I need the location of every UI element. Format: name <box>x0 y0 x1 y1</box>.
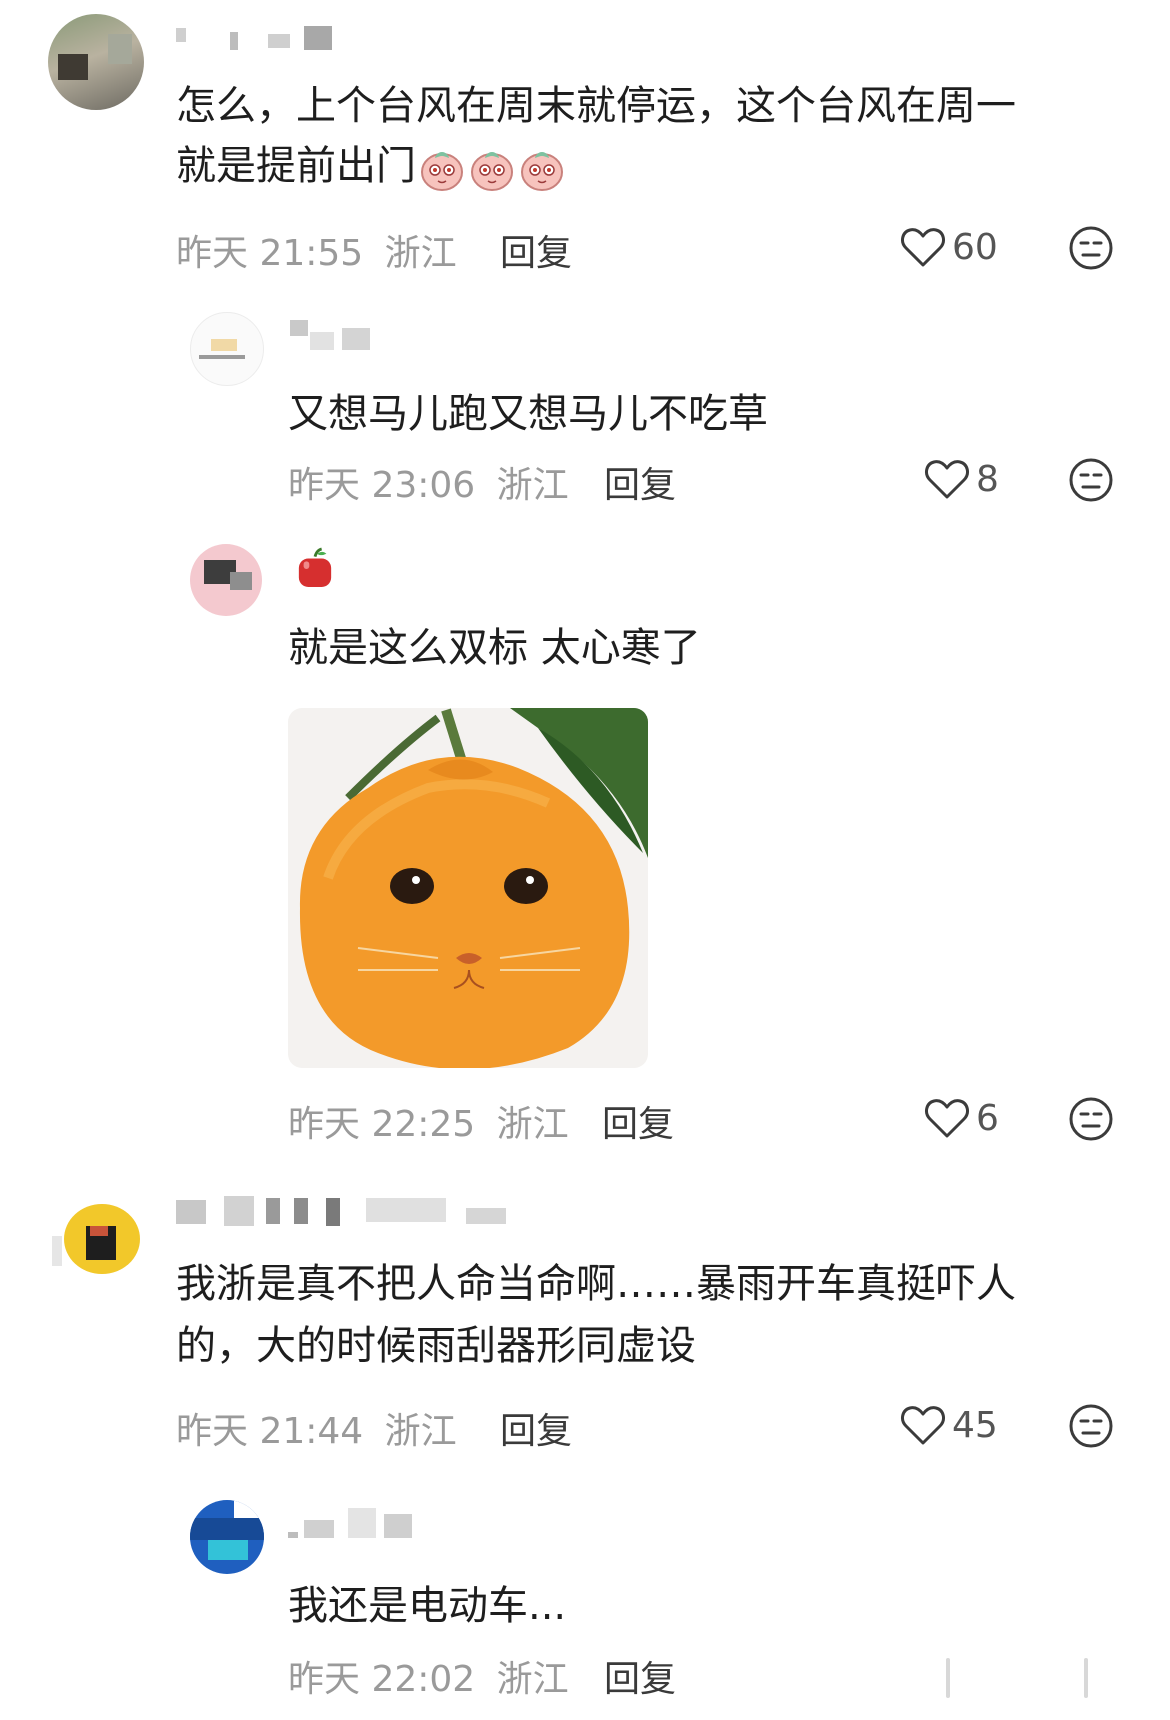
comment-text-line-1: 我浙是真不把人命当命啊……暴雨开车真挺吓人 <box>176 1261 1016 1307</box>
peach-face-emoji <box>471 152 513 191</box>
reply-button[interactable]: 回复 <box>500 224 572 276</box>
neutral-face-icon[interactable] <box>1068 1403 1114 1449</box>
location: 浙江 <box>384 233 457 274</box>
neutral-face-icon[interactable] <box>1068 1096 1114 1142</box>
nickname-blurred[interactable] <box>288 1508 418 1540</box>
timestamp: 昨天 21:44 <box>176 1411 364 1452</box>
comment-text: 就是这么双标 太心寒了 <box>288 625 701 671</box>
comment-text-line-1: 怎么，上个台风在周末就停运，这个台风在周一 <box>176 83 1016 129</box>
nickname-blurred[interactable] <box>176 22 336 54</box>
heart-outline-icon <box>901 1406 945 1445</box>
like-count: 6 <box>976 1097 999 1139</box>
location: 浙江 <box>496 1659 569 1700</box>
comment-text-line-2: 的，大的时候雨刮器形同虚设 <box>176 1323 696 1369</box>
orange-cat-meme-image[interactable] <box>288 708 648 1068</box>
reply-button[interactable]: 回复 <box>604 1650 676 1702</box>
comment-meta: 昨天 21:55 浙江 <box>176 224 457 276</box>
comment-text-line-2: 就是提前出门 <box>176 134 566 198</box>
timestamp: 昨天 22:02 <box>288 1659 476 1700</box>
comment-meta: 昨天 22:02 浙江 <box>288 1650 569 1702</box>
location: 浙江 <box>496 465 569 506</box>
reply-button[interactable]: 回复 <box>500 1402 572 1454</box>
avatar[interactable] <box>190 544 262 616</box>
red-apple-emoji <box>298 547 332 587</box>
like-button[interactable]: 45 <box>900 1400 998 1450</box>
timestamp: 昨天 21:55 <box>176 233 364 274</box>
avatar[interactable] <box>48 14 144 110</box>
scroll-indicator <box>946 1658 950 1698</box>
heart-outline-icon <box>901 228 945 267</box>
peach-face-emoji <box>521 152 563 191</box>
comment-text: 又想马儿跑又想马儿不吃草 <box>288 391 768 437</box>
comment-meta: 昨天 23:06 浙江 <box>288 456 569 508</box>
orange-cat-meme-drawing <box>299 708 648 1068</box>
peach-face-emoji <box>421 152 463 191</box>
comment-meta: 昨天 22:25 浙江 <box>288 1095 569 1147</box>
heart-outline-icon <box>925 1099 969 1138</box>
like-count: 45 <box>952 1404 998 1446</box>
avatar[interactable] <box>190 312 264 386</box>
comment-text: 我还是电动车... <box>288 1583 567 1629</box>
like-button[interactable]: 8 <box>924 454 999 504</box>
avatar[interactable] <box>52 1186 148 1282</box>
timestamp: 昨天 23:06 <box>288 465 476 506</box>
nickname-blurred[interactable] <box>176 1194 526 1226</box>
timestamp: 昨天 22:25 <box>288 1104 476 1145</box>
neutral-face-icon[interactable] <box>1068 225 1114 271</box>
comment-text: 就是提前出门 <box>176 143 416 189</box>
scroll-indicator <box>1084 1658 1088 1698</box>
location: 浙江 <box>496 1104 569 1145</box>
neutral-face-icon[interactable] <box>1068 457 1114 503</box>
comment-meta: 昨天 21:44 浙江 <box>176 1402 457 1454</box>
like-count: 60 <box>952 226 998 268</box>
like-count: 8 <box>976 458 999 500</box>
location: 浙江 <box>384 1411 457 1452</box>
like-button[interactable]: 60 <box>900 222 998 272</box>
avatar[interactable] <box>190 1500 264 1574</box>
nickname-blurred[interactable] <box>290 320 374 352</box>
reply-button[interactable]: 回复 <box>604 456 676 508</box>
like-button[interactable]: 6 <box>924 1093 999 1143</box>
heart-outline-icon <box>925 460 969 499</box>
reply-button[interactable]: 回复 <box>602 1095 674 1147</box>
